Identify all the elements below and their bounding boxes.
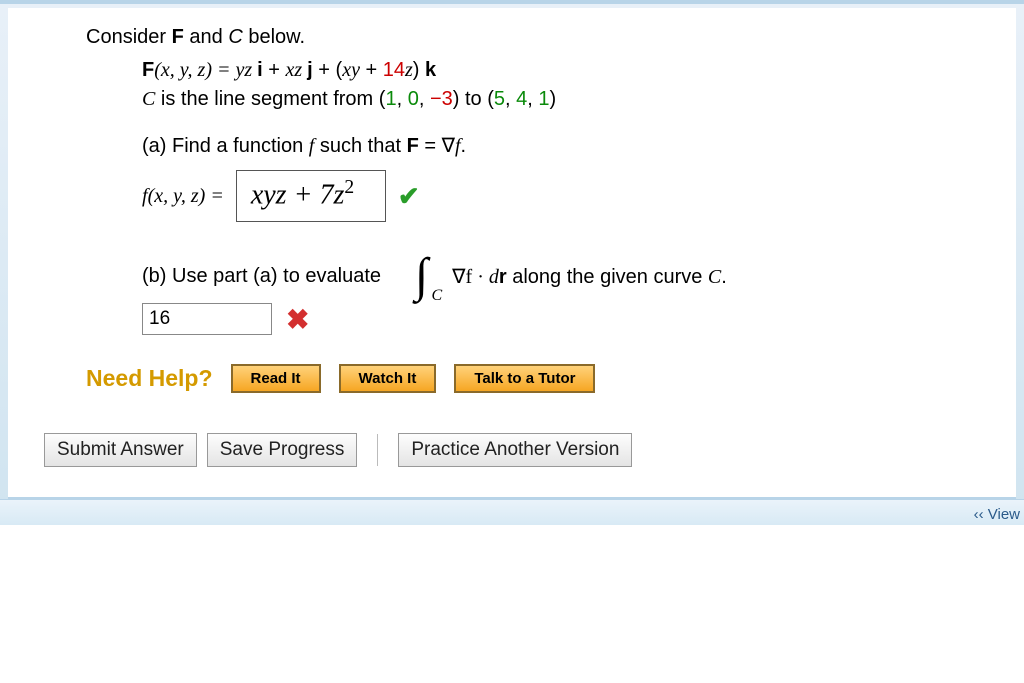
part-a-answer-box[interactable]: xyz + 7z2 (236, 170, 386, 222)
part-b-prompt: (b) Use part (a) to evaluate ∫C ∇f · dr … (142, 262, 992, 291)
divider (377, 434, 378, 466)
talk-to-tutor-button[interactable]: Talk to a Tutor (454, 364, 595, 393)
curve-description: C is the line segment from (1, 0, −3) to… (142, 88, 992, 111)
part-a-answer-label: f(x, y, z) = (142, 185, 224, 208)
intro-text: Consider F and C below. (86, 26, 992, 49)
part-a-prompt: (a) Find a function f such that F = ∇f. (142, 133, 992, 158)
vector-field-formula: F(x, y, z) = yz i + xz j + (xy + 14z) k (142, 59, 992, 82)
read-it-button[interactable]: Read It (231, 364, 321, 393)
submit-answer-button[interactable]: Submit Answer (44, 433, 197, 467)
save-progress-button[interactable]: Save Progress (207, 433, 358, 467)
need-help-label: Need Help? (86, 365, 213, 392)
cross-icon: ✖ (286, 303, 309, 336)
watch-it-button[interactable]: Watch It (339, 364, 437, 393)
check-icon: ✔ (398, 181, 420, 212)
view-link[interactable]: ‹‹ View (974, 506, 1020, 523)
part-b-answer-input[interactable] (142, 303, 272, 335)
practice-another-button[interactable]: Practice Another Version (398, 433, 632, 467)
footer-strip: ‹‹ View (0, 499, 1024, 525)
integral-icon: ∫C (415, 262, 428, 291)
